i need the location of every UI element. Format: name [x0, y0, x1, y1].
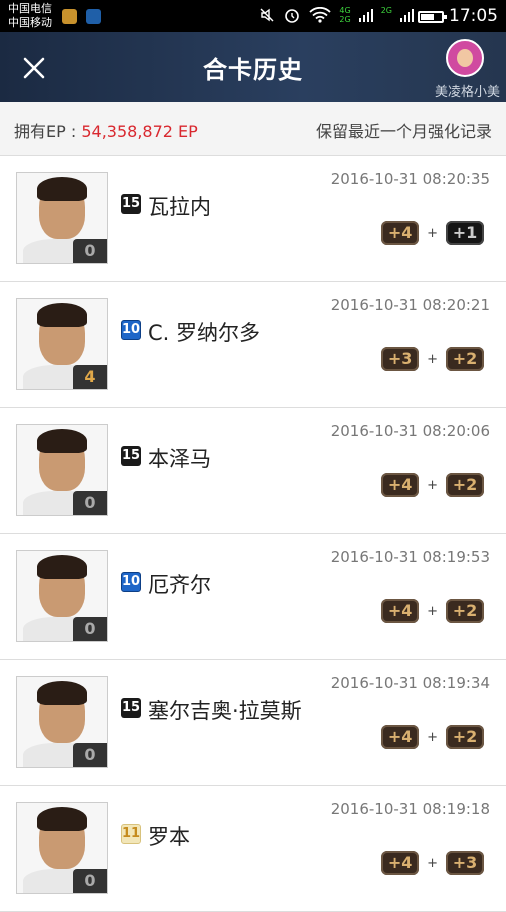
season-badge: 15	[121, 194, 141, 214]
material-chip: +4	[381, 473, 420, 497]
player-name: 塞尔吉奥·拉莫斯	[148, 699, 302, 723]
wifi-icon	[309, 7, 332, 23]
player-portrait: 0	[16, 802, 108, 894]
battery-icon	[418, 11, 447, 23]
history-record[interactable]: 0 10 厄齐尔 2016-10-31 08:19:53 +4 + +2	[0, 534, 506, 660]
status-icons: 4G 2G 2G	[259, 6, 414, 24]
plus-sign: +	[427, 729, 438, 745]
history-record[interactable]: 4 10 C. 罗纳尔多 2016-10-31 08:20:21 +3 + +2	[0, 282, 506, 408]
plus-sign: +	[427, 855, 438, 871]
ep-label: 拥有EP :	[14, 122, 82, 141]
history-record[interactable]: 0 15 塞尔吉奥·拉莫斯 2016-10-31 08:19:34 +4 + +…	[0, 660, 506, 786]
enhance-level-badge: 0	[73, 743, 107, 767]
material-chips: +4 + +2	[381, 473, 484, 497]
mute-icon	[260, 8, 274, 22]
carrier-1: 中国电信	[8, 2, 52, 15]
material-chip: +3	[446, 851, 484, 875]
ep-bar: 拥有EP : 54,358,872 EP 保留最近一个月强化记录	[0, 102, 506, 156]
material-chips: +4 + +1	[381, 221, 484, 245]
enhance-level-badge: 0	[73, 869, 107, 893]
notification-app-icon	[62, 9, 77, 24]
material-chip: +2	[446, 599, 484, 623]
material-chip: +4	[381, 221, 420, 245]
enhance-level-badge: 0	[73, 491, 107, 515]
plus-sign: +	[427, 225, 438, 241]
retention-note: 保留最近一个月强化记录	[315, 122, 492, 141]
notification-app-icon	[86, 9, 101, 24]
season-badge: 15	[121, 446, 141, 466]
material-chip: +4	[381, 851, 420, 875]
player-name: 瓦拉内	[148, 195, 211, 219]
record-timestamp: 2016-10-31 08:19:53	[330, 548, 490, 566]
enhance-level-badge: 0	[73, 617, 107, 641]
network-type-label: 2G	[339, 15, 351, 24]
portrait-hair	[37, 555, 87, 579]
player-name: 本泽马	[148, 447, 211, 471]
history-record[interactable]: 0 15 本泽马 2016-10-31 08:20:06 +4 + +2	[0, 408, 506, 534]
material-chip: +1	[446, 221, 484, 245]
record-timestamp: 2016-10-31 08:20:35	[330, 170, 490, 188]
season-badge: 11	[121, 824, 141, 844]
plus-sign: +	[427, 477, 438, 493]
carrier-info: 中国电信 中国移动	[8, 2, 52, 30]
plus-sign: +	[427, 603, 438, 619]
season-badge: 10	[121, 320, 141, 340]
record-timestamp: 2016-10-31 08:20:06	[330, 422, 490, 440]
signal-icon	[400, 9, 414, 22]
material-chip: +4	[381, 599, 420, 623]
ep-value: 54,358,872 EP	[81, 122, 198, 141]
alarm-icon	[285, 9, 300, 23]
portrait-hair	[37, 681, 87, 705]
player-name: C. 罗纳尔多	[148, 321, 261, 345]
material-chip: +3	[381, 347, 420, 371]
enhance-level-badge: 0	[73, 239, 107, 263]
status-bar: 中国电信 中国移动 4G 2G 2G 17:05	[0, 0, 506, 32]
plus-sign: +	[427, 351, 438, 367]
material-chip: +2	[446, 725, 484, 749]
portrait-hair	[37, 177, 87, 201]
carrier-2: 中国移动	[8, 16, 52, 29]
material-chips: +4 + +2	[381, 599, 484, 623]
history-list: 0 15 瓦拉内 2016-10-31 08:20:35 +4 + +1 4 1…	[0, 156, 506, 912]
record-timestamp: 2016-10-31 08:19:34	[330, 674, 490, 692]
record-timestamp: 2016-10-31 08:19:18	[330, 800, 490, 818]
page-title: 合卡历史	[203, 56, 303, 84]
player-portrait: 0	[16, 550, 108, 642]
player-portrait: 0	[16, 172, 108, 264]
player-portrait: 0	[16, 424, 108, 516]
username: 美凌格小美	[434, 85, 500, 100]
history-record[interactable]: 0 15 瓦拉内 2016-10-31 08:20:35 +4 + +1	[0, 156, 506, 282]
portrait-hair	[37, 429, 87, 453]
network-type-label: 2G	[380, 6, 392, 15]
portrait-hair	[37, 303, 87, 327]
material-chips: +3 + +2	[381, 347, 484, 371]
portrait-hair	[37, 807, 87, 831]
material-chip: +2	[446, 347, 484, 371]
battery-level	[421, 14, 434, 20]
history-record[interactable]: 0 11 罗本 2016-10-31 08:19:18 +4 + +3	[0, 786, 506, 912]
enhance-level-badge: 4	[73, 365, 107, 389]
player-portrait: 4	[16, 298, 108, 390]
player-portrait: 0	[16, 676, 108, 768]
avatar-face	[457, 49, 473, 67]
ep-summary: 拥有EP : 54,358,872 EP	[14, 118, 198, 142]
player-name: 厄齐尔	[148, 573, 211, 597]
material-chips: +4 + +2	[381, 725, 484, 749]
record-timestamp: 2016-10-31 08:20:21	[330, 296, 490, 314]
season-badge: 10	[121, 572, 141, 592]
material-chips: +4 + +3	[381, 851, 484, 875]
season-badge: 15	[121, 698, 141, 718]
network-type-label: 4G	[339, 6, 351, 15]
player-name: 罗本	[148, 825, 190, 849]
clock: 17:05	[449, 6, 498, 26]
avatar[interactable]	[446, 39, 484, 77]
material-chip: +2	[446, 473, 484, 497]
signal-icon	[358, 9, 373, 22]
material-chip: +4	[381, 725, 420, 749]
app-header: 合卡历史 美凌格小美	[0, 32, 506, 102]
